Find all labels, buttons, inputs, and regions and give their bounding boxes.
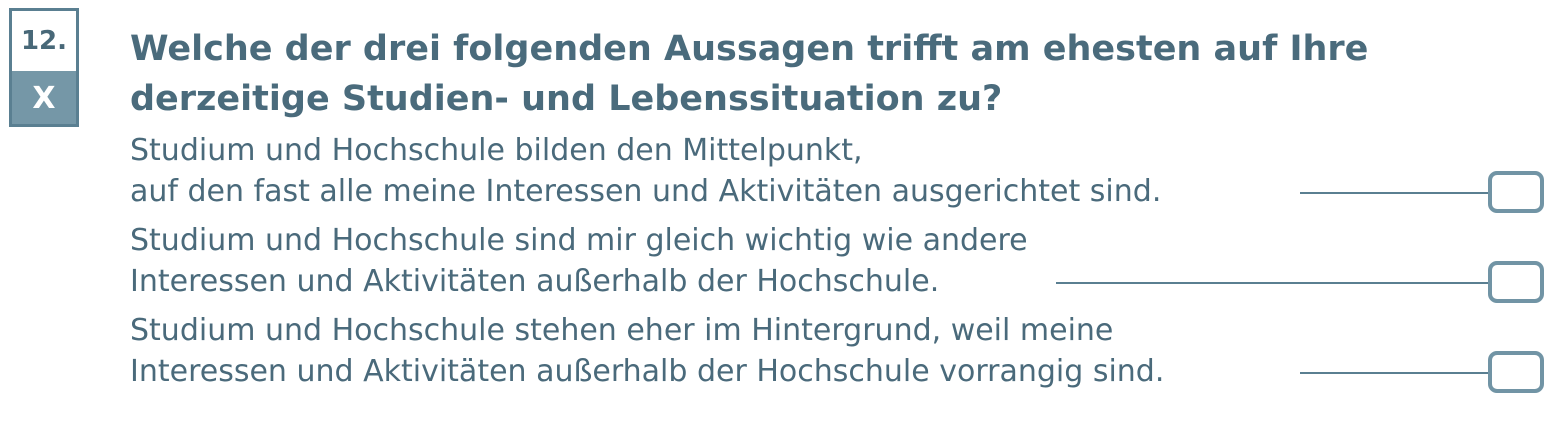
answer-option-1-leader-line (1300, 192, 1488, 194)
question-marker: X (12, 71, 76, 124)
answer-option-3-text: Studium und Hochschule stehen eher im Hi… (130, 310, 1164, 392)
question-title-line1: Welche der drei folgenden Aussagen triff… (130, 29, 1369, 69)
question-title-line2: derzeitige Studien- und Lebenssituation … (130, 79, 1003, 119)
answer-option-2-leader-line (1056, 282, 1488, 284)
answer-option-2-line1: Studium und Hochschule sind mir gleich w… (130, 223, 1028, 258)
answer-option-3: Studium und Hochschule stehen eher im Hi… (130, 310, 1550, 400)
answer-option-1-text: Studium und Hochschule bilden den Mittel… (130, 130, 1161, 212)
answer-option-3-leader-line (1300, 372, 1488, 374)
answer-option-2-text: Studium und Hochschule sind mir gleich w… (130, 220, 1028, 302)
answer-option-1: Studium und Hochschule bilden den Mittel… (130, 130, 1550, 220)
answer-option-2-line2: Interessen und Aktivitäten außerhalb der… (130, 264, 940, 299)
question-number: 12. (20, 26, 68, 56)
answer-option-1-line1: Studium und Hochschule bilden den Mittel… (130, 133, 863, 168)
answer-option-2-checkbox[interactable] (1488, 261, 1544, 303)
answer-option-3-line2: Interessen und Aktivitäten außerhalb der… (130, 354, 1165, 389)
question-title: Welche der drei folgenden Aussagen triff… (130, 24, 1368, 124)
question-number-badge: 12. X (9, 8, 79, 127)
answer-option-3-checkbox[interactable] (1488, 351, 1544, 393)
answer-option-2: Studium und Hochschule sind mir gleich w… (130, 220, 1550, 310)
answer-option-3-line1: Studium und Hochschule stehen eher im Hi… (130, 313, 1114, 348)
answer-option-1-checkbox[interactable] (1488, 171, 1544, 213)
answer-option-1-line2: auf den fast alle meine Interessen und A… (130, 174, 1162, 209)
